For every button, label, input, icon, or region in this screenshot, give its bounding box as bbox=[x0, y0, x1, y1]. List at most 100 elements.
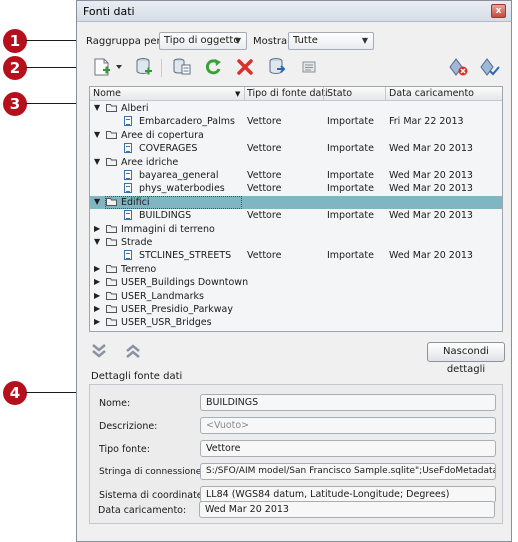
groupby-value: Tipo di oggetto bbox=[164, 35, 240, 46]
tree-item-row[interactable]: BUILDINGS Vettore Importate Wed Mar 20 2013 bbox=[90, 209, 502, 222]
sort-desc-icon: ▼ bbox=[235, 90, 241, 98]
tree-folder-row[interactable]: ▶ USER_USR_Bridges bbox=[90, 316, 502, 329]
collapse-all-button[interactable] bbox=[124, 342, 142, 360]
column-header-status[interactable]: Stato bbox=[327, 88, 352, 99]
expanded-triangle-icon[interactable]: ▼ bbox=[94, 157, 100, 166]
tree-cell-name: BUILDINGS bbox=[139, 210, 192, 222]
groupby-label: Raggruppa per: bbox=[86, 36, 164, 47]
double-chevron-down-icon bbox=[92, 344, 106, 358]
tree-cell-name: STCLINES_STREETS bbox=[139, 250, 232, 262]
show-source-button[interactable] bbox=[479, 57, 501, 77]
expanded-triangle-icon[interactable]: ▼ bbox=[94, 103, 100, 112]
tree-cell-name: USER_Buildings Downtown bbox=[121, 277, 249, 289]
details-source-type-field[interactable]: Vettore bbox=[200, 440, 496, 457]
tree-cell-name: USER_USR_Bridges bbox=[121, 317, 212, 329]
details-load-date-field[interactable]: Wed Mar 20 2013 bbox=[199, 501, 495, 518]
details-label-connection-string: Stringa di connessione: bbox=[99, 467, 205, 477]
folder-icon bbox=[106, 305, 117, 313]
collapsed-triangle-icon[interactable]: ▶ bbox=[94, 264, 100, 273]
schema-icon bbox=[173, 58, 191, 75]
show-select[interactable]: Tutte ▼ bbox=[288, 32, 374, 50]
show-value: Tutte bbox=[293, 35, 318, 46]
title-bar[interactable]: Fonti dati x bbox=[77, 1, 511, 22]
details-connection-string-field[interactable]: S:/SFO/AIM model/San Francisco Sample.sq… bbox=[200, 463, 496, 480]
folder-icon bbox=[106, 224, 117, 233]
refresh-button[interactable] bbox=[202, 57, 224, 77]
tree-cell-type: Vettore bbox=[247, 250, 282, 262]
tree-cell-name: COVERAGES bbox=[139, 143, 198, 155]
delete-icon bbox=[237, 59, 253, 75]
add-database-button[interactable] bbox=[133, 57, 155, 77]
tree-cell-type: Vettore bbox=[247, 170, 282, 181]
tree-folder-row[interactable]: ▶ USER_Buildings Downtown bbox=[90, 276, 502, 289]
collapsed-triangle-icon[interactable]: ▶ bbox=[94, 317, 100, 326]
tree-folder-row[interactable]: ▶ Terreno bbox=[90, 263, 502, 276]
column-header-date[interactable]: Data caricamento bbox=[389, 88, 474, 99]
data-sources-tree[interactable]: Nome ▼ Tipo di fonte dati Stato Data car… bbox=[89, 86, 503, 332]
tree-cell-status: Importate bbox=[327, 183, 374, 195]
tree-folder-row[interactable]: ▼ Edifici bbox=[90, 195, 502, 209]
collapsed-triangle-icon[interactable]: ▶ bbox=[94, 277, 100, 286]
window-title: Fonti dati bbox=[83, 5, 135, 18]
close-button[interactable]: x bbox=[491, 4, 506, 18]
callout-badge-1: 1 bbox=[3, 29, 27, 53]
hide-details-button[interactable]: Nascondi dettagli bbox=[427, 342, 505, 375]
refresh-icon bbox=[205, 59, 221, 75]
collapsed-triangle-icon[interactable]: ▶ bbox=[94, 291, 100, 300]
show-icon bbox=[480, 58, 500, 76]
new-source-button[interactable] bbox=[91, 57, 127, 77]
tree-folder-row[interactable]: ▼ Aree idriche bbox=[90, 156, 502, 169]
tree-cell-date: Wed Mar 20 2013 bbox=[389, 210, 473, 222]
groupby-select[interactable]: Tipo di oggetto ▼ bbox=[159, 32, 247, 50]
properties-button[interactable] bbox=[298, 57, 320, 77]
expand-all-button[interactable] bbox=[90, 342, 108, 360]
hide-icon bbox=[449, 58, 468, 76]
double-chevron-up-icon bbox=[126, 344, 140, 358]
details-description-field[interactable]: <Vuoto> bbox=[200, 417, 496, 434]
tree-cell-name: Aree idriche bbox=[121, 156, 179, 168]
expanded-triangle-icon[interactable]: ▼ bbox=[94, 130, 100, 139]
tree-cell-status: Importate bbox=[327, 210, 374, 222]
expanded-triangle-icon[interactable]: ▼ bbox=[94, 237, 100, 246]
details-name-field[interactable]: BUILDINGS bbox=[200, 394, 496, 411]
tree-folder-row[interactable]: ▶ USER_Landmarks bbox=[90, 290, 502, 303]
tree-folder-row[interactable]: ▼ Aree di copertura bbox=[90, 129, 502, 142]
tree-cell-name: Immagini di terreno bbox=[121, 223, 215, 235]
layer-document-icon bbox=[124, 170, 132, 180]
tree-cell-status: Importate bbox=[327, 116, 374, 128]
tree-cell-type: Vettore bbox=[247, 210, 282, 222]
tree-item-row[interactable]: phys_waterbodies Vettore Importate Wed Mar … bbox=[90, 182, 502, 195]
schema-button[interactable] bbox=[171, 57, 193, 77]
delete-button[interactable] bbox=[234, 57, 256, 77]
tree-cell-name: Alberi bbox=[121, 103, 149, 114]
tree-folder-row[interactable]: ▼ Alberi bbox=[90, 102, 502, 115]
chevron-down-icon: ▼ bbox=[361, 36, 368, 45]
column-divider bbox=[244, 87, 245, 101]
import-button[interactable] bbox=[266, 57, 288, 77]
tree-folder-row[interactable]: ▶ USER_Presidio_Parkway bbox=[90, 303, 502, 316]
callout-badge-3: 3 bbox=[3, 92, 27, 116]
collapsed-triangle-icon[interactable]: ▶ bbox=[94, 224, 100, 233]
tree-cell-name: Aree di copertura bbox=[121, 129, 204, 141]
column-header-name[interactable]: Nome bbox=[93, 88, 121, 99]
layer-document-icon bbox=[124, 250, 132, 261]
details-label-source-type: Tipo fonte: bbox=[99, 444, 150, 455]
tree-cell-date: Wed Mar 20 2013 bbox=[389, 143, 473, 155]
tree-item-row[interactable]: COVERAGES Vettore Importate Wed Mar 20 2013 bbox=[90, 142, 502, 155]
tree-item-row[interactable]: STCLINES_STREETS Vettore Importate Wed Mar … bbox=[90, 249, 502, 262]
tree-folder-row[interactable]: ▶ Immagini di terreno bbox=[90, 223, 502, 236]
tree-cell-type: Vettore bbox=[247, 143, 282, 155]
properties-icon bbox=[302, 61, 316, 73]
column-header-type[interactable]: Tipo di fonte dati bbox=[247, 88, 328, 99]
collapsed-triangle-icon[interactable]: ▶ bbox=[94, 304, 100, 313]
tree-folder-row[interactable]: ▼ Strade bbox=[90, 236, 502, 249]
show-label: Mostra: bbox=[253, 36, 291, 47]
folder-icon bbox=[106, 130, 117, 139]
details-label-load-date-visible: Data caricamento: bbox=[98, 505, 187, 516]
expanded-triangle-icon[interactable]: ▼ bbox=[94, 197, 100, 206]
tree-item-row[interactable]: bayarea_general Vettore Importate Wed Mar 2… bbox=[90, 169, 502, 182]
tree-cell-type: Vettore bbox=[247, 116, 282, 128]
tree-cell-status: Importate bbox=[327, 143, 374, 155]
hide-source-button[interactable] bbox=[448, 57, 470, 77]
tree-item-row[interactable]: Embarcadero_Palms Vettore Importate Fri Mar… bbox=[90, 115, 502, 128]
